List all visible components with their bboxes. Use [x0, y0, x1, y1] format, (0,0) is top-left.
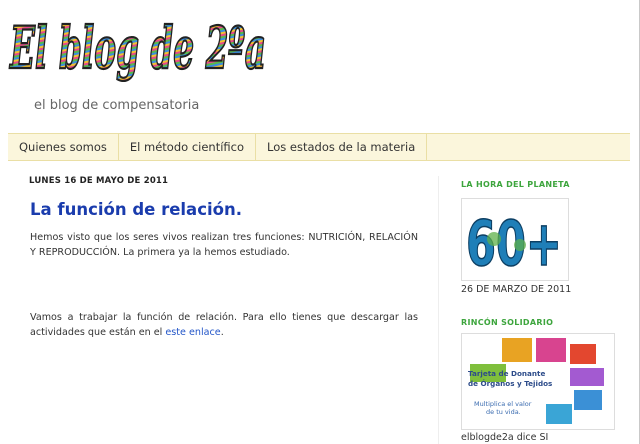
earth-hour-date: 26 DE MARZO DE 2011 [461, 284, 572, 295]
globe-icon [514, 239, 526, 251]
earth-hour-heading: LA HORA DEL PLANETA [461, 180, 570, 189]
tab-metodo-cientifico[interactable]: El método científico [119, 134, 257, 160]
page-tabs: Quienes somos El método científico Los e… [8, 133, 630, 161]
donor-caption: elblogde2a dice SI [461, 432, 549, 443]
tab-estados-materia[interactable]: Los estados de la materia [256, 134, 428, 160]
post: LUNES 16 DE MAYO DE 2011 La función de r… [29, 176, 418, 340]
paragraph-2-text: Vamos a trabajar la función de relación.… [30, 312, 418, 338]
donor-line-1: Tarjeta de Donante [468, 369, 545, 378]
sidebar-earth-hour: LA HORA DEL PLANETA [461, 180, 631, 189]
donor-card-graphic: Tarjeta de Donante de Órganos y Tejidos … [468, 338, 604, 424]
post-title[interactable]: La función de relación. [30, 200, 418, 219]
solidarity-heading: RINCÓN SOLIDARIO [461, 318, 554, 327]
earth-hour-logo: 60+ [465, 206, 563, 281]
globe-icon [487, 232, 501, 246]
tab-quienes-somos[interactable]: Quienes somos [8, 134, 119, 160]
blog-header: El blog de 2ºa el blog de compensatoria [0, 0, 640, 130]
donor-line-2: de Órganos y Tejidos [468, 379, 552, 388]
logo-text: El blog de 2ºa [9, 14, 266, 82]
donor-line-3: Multiplica el valor [474, 400, 532, 408]
blog-tagline: el blog de compensatoria [34, 98, 200, 113]
post-date: LUNES 16 DE MAYO DE 2011 [29, 176, 169, 186]
earth-hour-badge[interactable]: 60+ [461, 198, 569, 281]
earth-hour-badge-text: 60+ [466, 207, 562, 280]
post-paragraph-1: Hemos visto que los seres vivos realizan… [30, 232, 418, 258]
blog-logo[interactable]: El blog de 2ºa [8, 6, 270, 82]
column-divider [438, 176, 439, 444]
activities-link[interactable]: este enlace [165, 327, 220, 338]
post-paragraph-2: Vamos a trabajar la función de relación.… [30, 311, 418, 340]
donor-card[interactable]: Tarjeta de Donante de Órganos y Tejidos … [461, 333, 615, 430]
paragraph-2-end: . [220, 326, 224, 338]
donor-line-4: de tu vida. [486, 408, 521, 416]
